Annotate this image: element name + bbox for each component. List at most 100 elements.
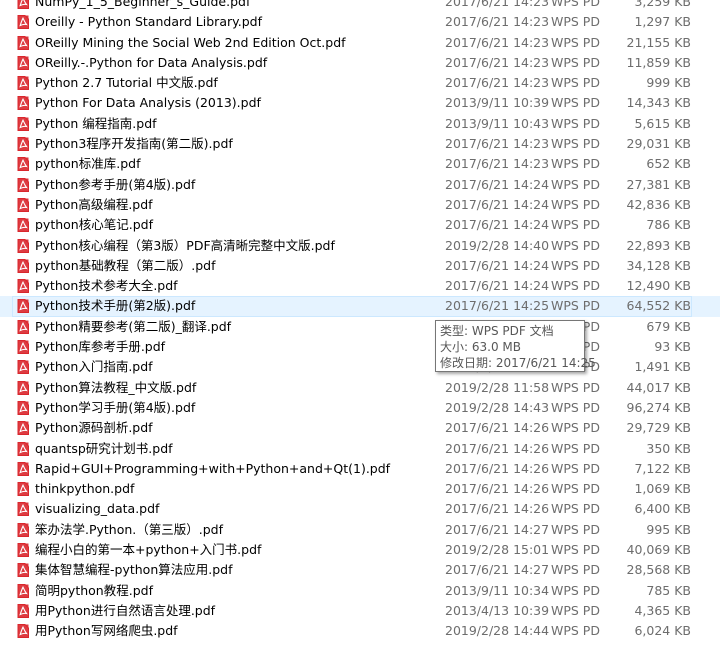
file-date: 2017/6/21 14:26 (445, 501, 550, 517)
file-name: python基础教程（第二版）.pdf (35, 257, 216, 273)
file-row[interactable]: Python算法教程_中文版.pdf 2019/2/28 11:58WPS PDF… (0, 378, 720, 398)
file-type: WPS PDF ... (551, 176, 601, 192)
file-name: Python For Data Analysis (2013).pdf (35, 95, 261, 111)
pdf-file-icon (17, 218, 29, 233)
file-size: 21,155 KB (626, 34, 691, 50)
file-row[interactable]: quantsp研究计划书.pdf 2017/6/21 14:26WPS PDF .… (0, 439, 720, 459)
file-type: WPS PDF ... (551, 602, 601, 618)
file-size: 40,069 KB (626, 542, 691, 558)
file-row[interactable]: 用Python写网络爬虫.pdf 2019/2/28 14:44WPS PDF .… (0, 621, 720, 641)
file-date: 2013/9/11 10:39 (445, 95, 550, 111)
file-row[interactable]: Python3程序开发指南(第二版).pdf 2017/6/21 14:23 WPS… (0, 134, 720, 154)
file-size: 3,259 KB (634, 0, 691, 9)
file-name: Python学习手册(第4版).pdf (35, 399, 196, 415)
file-date: 2017/6/21 14:26 (445, 481, 550, 497)
file-name: Python高级编程.pdf (35, 196, 153, 212)
file-name: python核心笔记.pdf (35, 217, 153, 233)
file-name: 用Python进行自然语言处理.pdf (35, 602, 216, 618)
file-row[interactable]: 简明python教程.pdf 2013/9/11 10:34WPS PDF ...… (0, 581, 720, 601)
file-date: 2017/6/21 14:23 (445, 136, 550, 152)
pdf-file-icon (17, 340, 29, 355)
file-row[interactable]: Python 2.7 Tutorial 中文版.pdf 2017/6/21 14:… (0, 73, 720, 93)
file-row[interactable]: OReilly.-.Python for Data Analysis.pdf 20… (0, 53, 720, 73)
file-size: 7,122 KB (634, 460, 691, 476)
file-row[interactable]: Python高级编程.pdf 2017/6/21 14:24WPS PDF ...… (0, 195, 720, 215)
file-type: WPS PDF ... (551, 501, 601, 517)
file-row[interactable]: visualizing_data.pdf 2017/6/21 14:26 WPS P… (0, 499, 720, 519)
pdf-file-icon (17, 197, 29, 212)
file-row[interactable]: 集体智慧编程-python算法应用.pdf 2017/6/21 14:27 WPS … (0, 560, 720, 580)
file-row[interactable]: Python For Data Analysis (2013).pdf 2013/… (0, 93, 720, 113)
file-size: 1,297 KB (634, 14, 691, 30)
file-date: 2017/6/21 14:24 (445, 176, 550, 192)
file-info-tooltip: 类型: WPS PDF 文档 大小: 63.0 MB 修改日期: 2017/6/… (435, 320, 596, 372)
file-date: 2019/2/28 14:44 (445, 623, 550, 639)
file-name: 编程小白的第一本+python+入门书.pdf (35, 542, 262, 558)
pdf-file-icon (17, 279, 29, 294)
file-size: 22,893 KB (626, 237, 691, 253)
file-row[interactable]: 用Python进行自然语言处理.pdf 2013/4/13 10:39 WPS PD… (0, 601, 720, 621)
file-date: 2017/6/21 14:26 (445, 460, 550, 476)
file-type: WPS PDF ... (551, 379, 601, 395)
file-row[interactable]: Python核心编程（第3版）PDF高清晰完整中文版.pdf 2019/2/28 … (0, 236, 720, 256)
pdf-file-icon (17, 177, 29, 192)
pdf-file-icon (17, 583, 29, 598)
file-row[interactable]: Python 编程指南.pdf 2013/9/11 10:43WPS PDF ..… (0, 114, 720, 134)
file-size: 27,381 KB (626, 176, 691, 192)
pdf-file-icon (17, 15, 29, 30)
file-name: Python算法教程_中文版.pdf (35, 379, 197, 395)
file-type: WPS PDF ... (551, 278, 601, 294)
file-type: WPS PDF ... (551, 399, 601, 415)
file-name: Python库参考手册.pdf (35, 339, 166, 355)
file-date: 2017/6/21 14:23 (445, 14, 550, 30)
file-type: WPS PDF ... (551, 440, 601, 456)
file-row[interactable]: Python入门指南.pdf2017/6/21 14:25WPS PDF ...… (0, 357, 720, 377)
pdf-file-icon (17, 400, 29, 415)
tooltip-type: 类型: WPS PDF 文档 (440, 324, 554, 338)
file-row[interactable]: Python库参考手册.pdf2017/6/21 14:25WPS PDF ..… (0, 337, 720, 357)
file-row[interactable]: python标准库.pdf 2017/6/21 14:23WPS PDF ... 6… (0, 154, 720, 174)
file-row[interactable]: Python学习手册(第4版).pdf 2019/2/28 14:43 WPS PD… (0, 398, 720, 418)
file-date: 2017/6/21 14:23 (445, 75, 550, 91)
file-name: visualizing_data.pdf (35, 501, 160, 517)
file-size: 93 KB (654, 339, 691, 355)
file-type: WPS PDF ... (551, 542, 601, 558)
file-row[interactable]: python基础教程（第二版）.pdf 2017/6/21 14:24 WPS PD… (0, 256, 720, 276)
file-list: NumPy_1_5_Beginner_s_Guide.pdf 2017/6/21 … (0, 0, 720, 642)
pdf-file-icon (17, 543, 29, 558)
file-name: Rapid+GUI+Programming+with+Python+and+Qt… (35, 460, 391, 476)
file-row[interactable]: NumPy_1_5_Beginner_s_Guide.pdf 2017/6/21 … (0, 0, 720, 12)
file-date: 2017/6/21 14:23 (445, 156, 550, 172)
file-date: 2013/9/11 10:43 (445, 115, 550, 131)
file-date: 2019/2/28 14:43 (445, 399, 550, 415)
file-row[interactable]: Oreilly - Python Standard Library.pdf 201… (0, 12, 720, 32)
pdf-file-icon (17, 35, 29, 50)
file-row[interactable]: Python技术手册(第2版).pdf 2017/6/21 14:25 WPS PD… (0, 296, 720, 317)
file-date: 2019/2/28 14:40 (445, 237, 550, 253)
file-row[interactable]: Rapid+GUI+Programming+with+Python+and+Qt… (0, 459, 720, 479)
pdf-file-icon (17, 0, 29, 9)
file-name: Python精要参考(第二版)_翻译.pdf (35, 318, 232, 334)
file-name: Python参考手册(第4版).pdf (35, 176, 196, 192)
file-row[interactable]: thinkpython.pdf 2017/6/21 14:26WPS PDF ..… (0, 479, 720, 499)
pdf-file-icon (17, 522, 29, 537)
file-row[interactable]: Python源码剖析.pdf 2017/6/21 14:26WPS PDF ...… (0, 418, 720, 438)
file-row[interactable]: Python技术参考大全.pdf 2017/6/21 14:24WPS PDF .… (0, 276, 720, 296)
file-row[interactable]: 笨办法学.Python.（第三版）.pdf 2017/6/21 14:27 WPS … (0, 520, 720, 540)
file-date: 2017/6/21 14:24 (445, 278, 550, 294)
file-name: OReilly Mining the Social Web 2nd Editio… (35, 34, 346, 50)
file-row[interactable]: Python参考手册(第4版).pdf 2017/6/21 14:24 WPS PD… (0, 175, 720, 195)
pdf-file-icon (17, 360, 29, 375)
file-type: WPS PDF ... (551, 54, 601, 70)
pdf-file-icon (17, 502, 29, 517)
file-row[interactable]: OReilly Mining the Social Web 2nd Editio… (0, 33, 720, 53)
file-date: 2017/6/21 14:26 (445, 420, 550, 436)
file-type: WPS PDF ... (551, 217, 601, 233)
file-size: 4,365 KB (634, 602, 691, 618)
file-name: python标准库.pdf (35, 156, 141, 172)
file-row[interactable]: Python精要参考(第二版)_翻译.pdf2017/6/21 14:25WPS… (0, 317, 720, 337)
file-date: 2017/6/21 14:25 (445, 298, 550, 314)
file-date: 2019/2/28 15:01 (445, 542, 550, 558)
file-row[interactable]: python核心笔记.pdf 2017/6/21 14:24WPS PDF ...… (0, 215, 720, 235)
file-row[interactable]: 编程小白的第一本+python+入门书.pdf 2019/2/28 15:01 WP… (0, 540, 720, 560)
